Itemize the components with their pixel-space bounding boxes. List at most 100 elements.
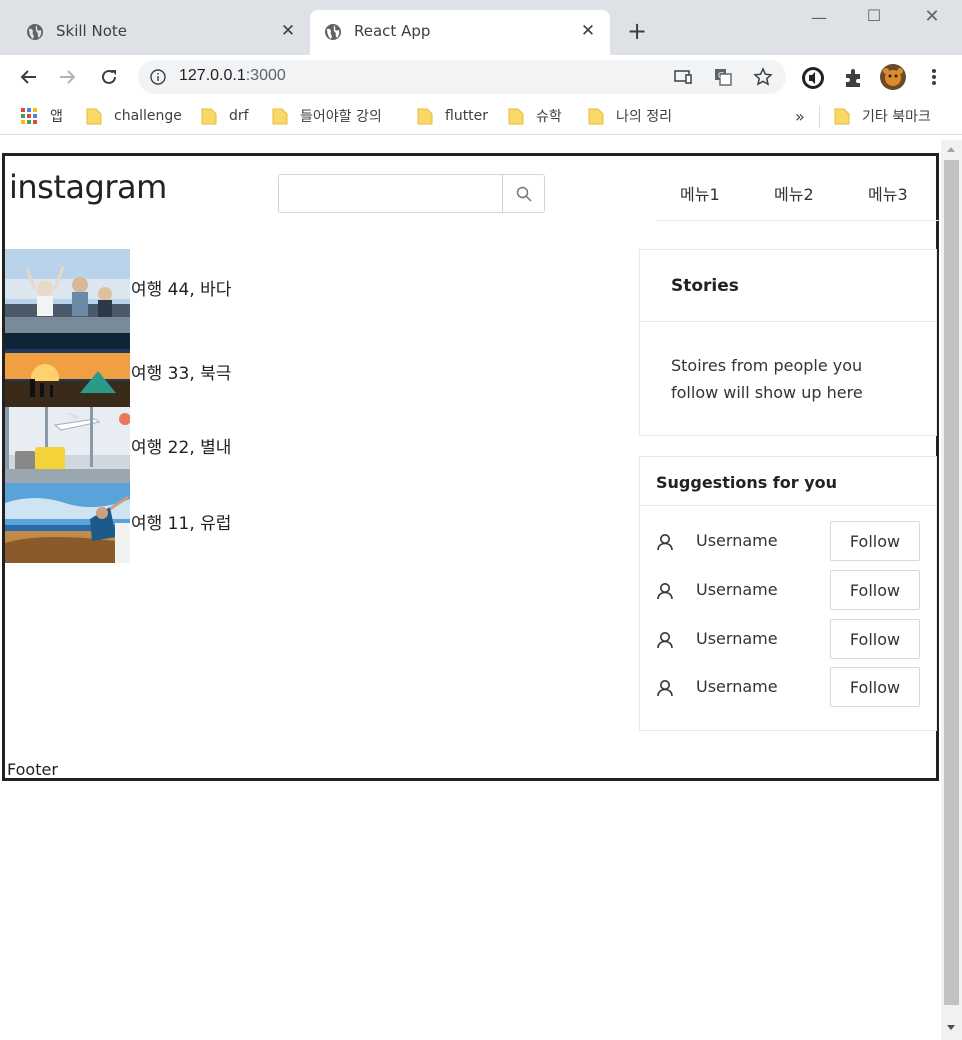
bookmark-folder[interactable]: drf — [201, 105, 249, 127]
bookmark-label: 들어야할 강의 — [300, 109, 382, 125]
close-icon[interactable]: ✕ — [578, 21, 598, 41]
folder-icon — [834, 108, 850, 125]
kebab-menu-icon[interactable] — [920, 63, 948, 91]
follow-button[interactable]: Follow — [830, 667, 920, 707]
audio-extension-icon[interactable] — [800, 65, 826, 91]
new-tab-button[interactable]: + — [624, 18, 650, 44]
tab-title: Skill Note — [56, 22, 127, 40]
minimize-icon[interactable]: — — [804, 8, 834, 30]
scroll-down-arrow-icon[interactable] — [947, 1025, 955, 1030]
post-image[interactable] — [5, 407, 130, 483]
menu-item-1[interactable]: 메뉴1 — [680, 181, 720, 205]
bookmarks-divider — [819, 106, 820, 128]
stories-card: Stories Stoires from people you follow w… — [639, 249, 937, 436]
suggestion-row: Username Follow — [640, 619, 936, 659]
bookmark-folder[interactable]: 들어야할 강의 — [272, 105, 382, 127]
app-logo[interactable]: instagram — [9, 168, 167, 206]
folder-icon — [272, 108, 288, 125]
reload-icon[interactable] — [95, 63, 123, 91]
suggestions-title: Suggestions for you — [656, 473, 838, 492]
tab-react-app[interactable]: React App ✕ — [310, 10, 610, 55]
address-bar[interactable]: 127.0.0.1:3000 G — [138, 60, 786, 94]
browser-tab-strip: Skill Note ✕ React App ✕ + — ☐ ✕ — [0, 0, 962, 55]
folder-icon — [201, 108, 217, 125]
cast-icon[interactable] — [673, 67, 693, 87]
bookmark-folder[interactable]: 나의 정리 — [588, 105, 672, 127]
bookmark-label: 앱 — [50, 109, 63, 125]
bookmark-folder[interactable]: flutter — [417, 105, 488, 127]
follow-button[interactable]: Follow — [830, 521, 920, 561]
post-image[interactable] — [5, 483, 130, 563]
menu-item-2[interactable]: 메뉴2 — [774, 181, 814, 205]
svg-text:G: G — [718, 71, 724, 80]
bookmark-folder[interactable]: 슈학 — [508, 105, 562, 127]
url-port: :3000 — [245, 67, 286, 84]
url-host: 127.0.0.1 — [179, 67, 246, 84]
post-caption: 여행 22, 별내 — [131, 438, 232, 458]
user-icon — [657, 680, 673, 697]
bookmarks-bar: 앱 challenge drf 들어야할 강의 flutter 슈학 나의 정리… — [0, 99, 962, 135]
post-caption: 여행 33, 북극 — [131, 364, 232, 384]
bookmark-label: 슈학 — [536, 109, 562, 125]
post-image[interactable] — [5, 333, 130, 407]
bookmark-label: drf — [229, 108, 249, 124]
bookmark-label: flutter — [445, 108, 489, 124]
folder-icon — [417, 108, 433, 125]
folder-icon — [508, 108, 524, 125]
browser-toolbar: 127.0.0.1:3000 G — [0, 55, 962, 99]
vertical-scrollbar[interactable] — [941, 140, 962, 1040]
search-box[interactable] — [278, 174, 545, 213]
url-text[interactable]: 127.0.0.1:3000 — [179, 67, 286, 85]
scrollbar-thumb[interactable] — [944, 160, 959, 1005]
forward-arrow-icon[interactable] — [54, 63, 82, 91]
globe-icon — [27, 24, 43, 40]
suggestion-row: Username Follow — [640, 521, 936, 561]
close-icon[interactable]: ✕ — [278, 21, 298, 41]
globe-icon — [325, 24, 341, 40]
star-icon[interactable] — [753, 67, 773, 87]
back-arrow-icon[interactable] — [14, 63, 42, 91]
other-bookmarks[interactable]: 기타 북마크 — [834, 105, 931, 127]
menu-divider — [656, 220, 939, 221]
user-icon — [657, 583, 673, 600]
avatar[interactable] — [880, 64, 906, 90]
suggestion-username[interactable]: Username — [696, 629, 778, 648]
suggestion-username[interactable]: Username — [696, 580, 778, 599]
scroll-up-arrow-icon[interactable] — [947, 147, 955, 152]
folder-icon — [86, 108, 102, 125]
info-icon[interactable] — [150, 69, 166, 85]
page-viewport: instagram 메뉴1 메뉴2 메뉴3 여행 44, 바다 여행 33, 북… — [0, 140, 941, 1040]
stories-title: Stories — [671, 276, 739, 296]
bookmark-apps[interactable]: 앱 — [20, 105, 63, 127]
post-image[interactable] — [5, 249, 130, 333]
extensions-puzzle-icon[interactable] — [841, 65, 867, 91]
folder-icon — [588, 108, 604, 125]
suggestions-card: Suggestions for you Username Follow User… — [639, 456, 937, 731]
search-input[interactable] — [279, 175, 503, 212]
page-footer: Footer — [7, 760, 58, 779]
maximize-icon[interactable]: ☐ — [859, 6, 889, 28]
app-container: instagram 메뉴1 메뉴2 메뉴3 여행 44, 바다 여행 33, 북… — [2, 153, 939, 781]
post-caption: 여행 44, 바다 — [131, 280, 232, 300]
bookmark-folder[interactable]: challenge — [86, 105, 182, 127]
stories-header: Stories — [640, 250, 936, 322]
apps-grid-icon — [21, 108, 37, 124]
menu-item-3[interactable]: 메뉴3 — [868, 181, 908, 205]
bookmarks-overflow-button[interactable]: » — [795, 105, 805, 127]
window-close-icon[interactable]: ✕ — [917, 6, 947, 28]
bookmark-label: 나의 정리 — [616, 109, 672, 125]
suggestion-row: Username Follow — [640, 667, 936, 707]
suggestion-username[interactable]: Username — [696, 531, 778, 550]
follow-button[interactable]: Follow — [830, 619, 920, 659]
search-icon — [516, 186, 532, 202]
search-button[interactable] — [502, 175, 544, 212]
suggestion-row: Username Follow — [640, 570, 936, 610]
tab-title: React App — [354, 22, 431, 40]
tab-skill-note[interactable]: Skill Note ✕ — [12, 10, 310, 55]
translate-icon[interactable]: G — [713, 67, 733, 87]
bookmark-label: challenge — [114, 108, 182, 124]
suggestion-username[interactable]: Username — [696, 677, 778, 696]
follow-button[interactable]: Follow — [830, 570, 920, 610]
user-icon — [657, 534, 673, 551]
suggestions-header: Suggestions for you — [640, 457, 936, 506]
